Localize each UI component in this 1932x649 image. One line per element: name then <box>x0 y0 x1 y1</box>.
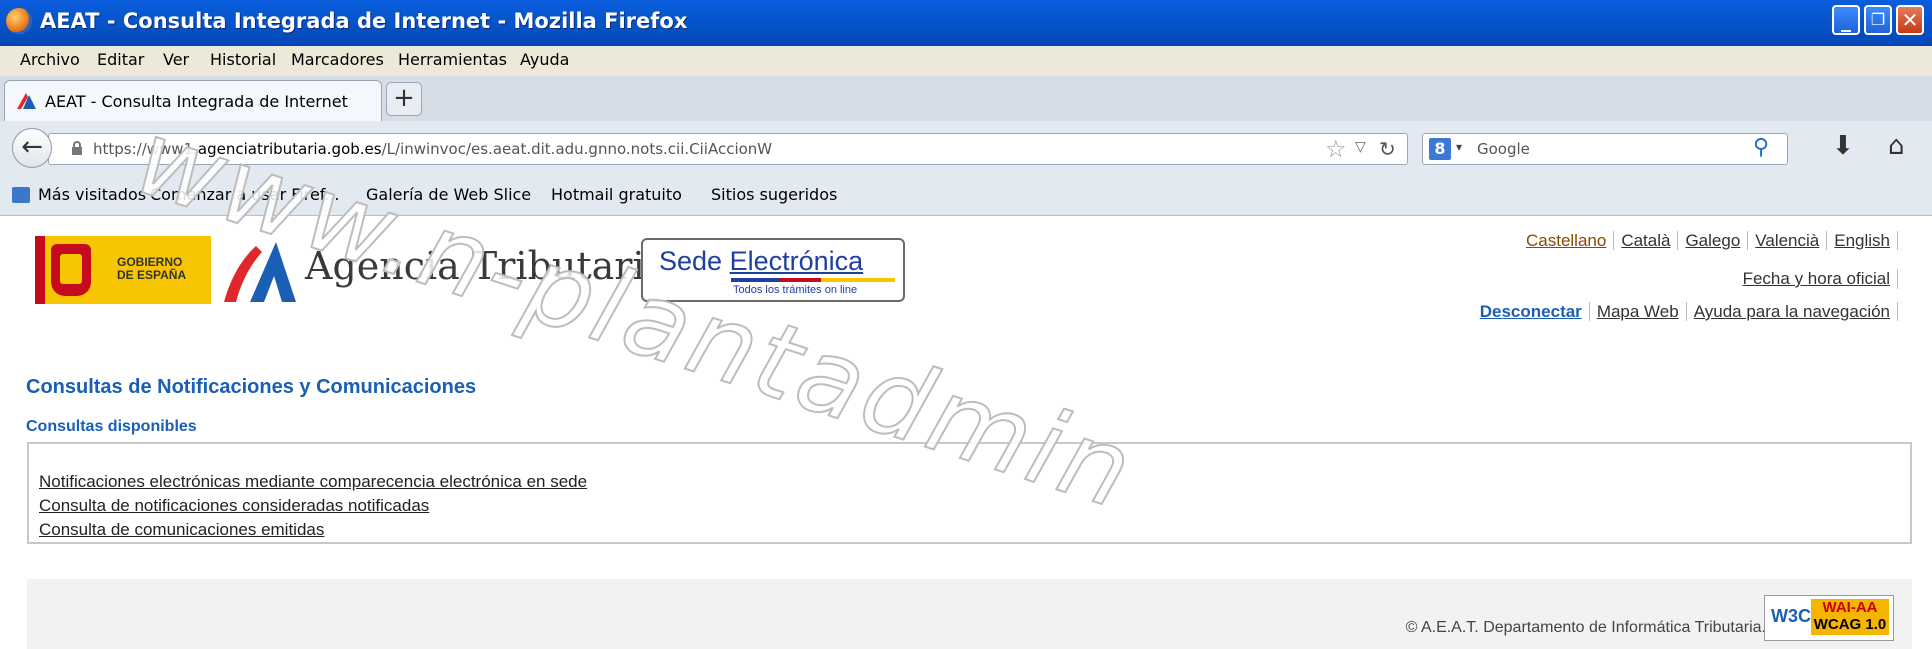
flag-stripe <box>35 236 45 304</box>
mapa-web-link[interactable]: Mapa Web <box>1589 302 1687 321</box>
close-button[interactable]: ✕ <box>1896 5 1924 35</box>
back-button[interactable]: ← <box>12 128 52 168</box>
new-tab-button[interactable]: + <box>386 82 422 116</box>
most-visited-icon <box>12 187 30 203</box>
restore-button[interactable]: ❐ <box>1864 5 1892 35</box>
link-notificaciones-comparecencia[interactable]: Notificaciones electrónicas mediante com… <box>39 472 587 492</box>
menu-ayuda[interactable]: Ayuda <box>520 50 569 69</box>
menu-bar: Archivo Editar Ver Historial Marcadores … <box>0 46 1932 76</box>
window-title: AEAT - Consulta Integrada de Internet - … <box>40 9 688 33</box>
w3c-wai-badge[interactable]: W3C WAI-AA WCAG 1.0 <box>1764 595 1894 641</box>
lock-icon <box>72 141 82 155</box>
crest-icon <box>51 244 91 296</box>
menu-historial[interactable]: Historial <box>210 50 276 69</box>
search-placeholder: Google <box>1477 140 1530 158</box>
lang-galego[interactable]: Galego <box>1678 231 1749 250</box>
menu-editar[interactable]: Editar <box>97 50 144 69</box>
bookmark-hotmail[interactable]: Hotmail gratuito <box>551 185 682 427</box>
page-title: Consultas de Notificaciones y Comunicaci… <box>26 376 477 398</box>
section-subtitle: Consultas disponibles <box>26 418 197 435</box>
reload-icon[interactable]: ↻ <box>1379 137 1396 161</box>
menu-marcadores[interactable]: Marcadores <box>291 50 384 69</box>
lang-castellano[interactable]: Castellano <box>1518 231 1615 250</box>
gobierno-espana-logo[interactable]: GOBIERNO DE ESPAÑA <box>35 236 211 304</box>
google-icon[interactable]: 8 <box>1429 138 1451 160</box>
desconectar-link[interactable]: Desconectar <box>1472 302 1590 321</box>
page-content: GOBIERNO DE ESPAÑA Agencia Tributaria Sed… <box>0 95 1932 649</box>
history-dropdown-icon[interactable]: ▽ <box>1355 139 1366 155</box>
w3c-logo: W3C <box>1771 606 1811 626</box>
search-bar[interactable]: 8 ▾ Google ⚲ <box>1422 133 1788 165</box>
search-engine-dropdown-icon[interactable]: ▾ <box>1456 140 1462 154</box>
bookmark-star-icon[interactable]: ☆ <box>1325 135 1347 163</box>
gobierno-text: GOBIERNO DE ESPAÑA <box>117 255 187 282</box>
home-icon[interactable]: ⌂ <box>1888 131 1905 161</box>
tab-bar: AEAT - Consulta Integrada de Internet + <box>0 76 1932 122</box>
lang-english[interactable]: English <box>1827 231 1898 250</box>
wcag-text: WCAG 1.0 <box>1813 616 1887 633</box>
menu-ver[interactable]: Ver <box>163 50 189 69</box>
firefox-icon <box>6 8 32 34</box>
search-icon[interactable]: ⚲ <box>1753 135 1769 160</box>
menu-archivo[interactable]: Archivo <box>20 50 80 69</box>
wai-aa-badge: WAI-AA WCAG 1.0 <box>1811 599 1889 635</box>
lang-valencia[interactable]: Valencià <box>1748 231 1828 250</box>
language-links: Castellano Català Galego Valencià English <box>1518 231 1898 251</box>
aeat-favicon-icon <box>17 93 36 109</box>
bookmark-sitios[interactable]: Sitios sugeridos <box>711 185 837 427</box>
window-titlebar: AEAT - Consulta Integrada de Internet - … <box>0 0 1932 46</box>
restore-icon: ❐ <box>1870 10 1886 29</box>
close-icon: ✕ <box>1901 8 1919 32</box>
menu-herramientas[interactable]: Herramientas <box>398 50 507 69</box>
minimize-icon: _ <box>1841 8 1851 32</box>
downloads-icon[interactable]: ⬇ <box>1832 131 1854 161</box>
minimize-button[interactable]: _ <box>1832 5 1860 35</box>
copyright-text: © A.E.A.T. Departamento de Informática T… <box>1405 619 1766 636</box>
utility-links: Desconectar Mapa Web Ayuda para la navegac… <box>1472 302 1898 322</box>
link-comunicaciones-emitidas[interactable]: Consulta de comunicaciones emitidas <box>39 520 324 540</box>
link-notificaciones-consideradas[interactable]: Consulta de notificaciones consideradas … <box>39 496 429 516</box>
footer: © A.E.A.T. Departamento de Informática T… <box>27 579 1912 649</box>
sede-color-bar <box>731 278 895 282</box>
fecha-hora-link[interactable]: Fecha y hora oficial <box>1743 269 1898 289</box>
lang-catala[interactable]: Català <box>1614 231 1679 250</box>
back-arrow-icon: ← <box>21 132 43 162</box>
wai-aa-text: WAI-AA <box>1822 599 1878 616</box>
ayuda-navegacion-link[interactable]: Ayuda para la navegación <box>1686 302 1898 321</box>
